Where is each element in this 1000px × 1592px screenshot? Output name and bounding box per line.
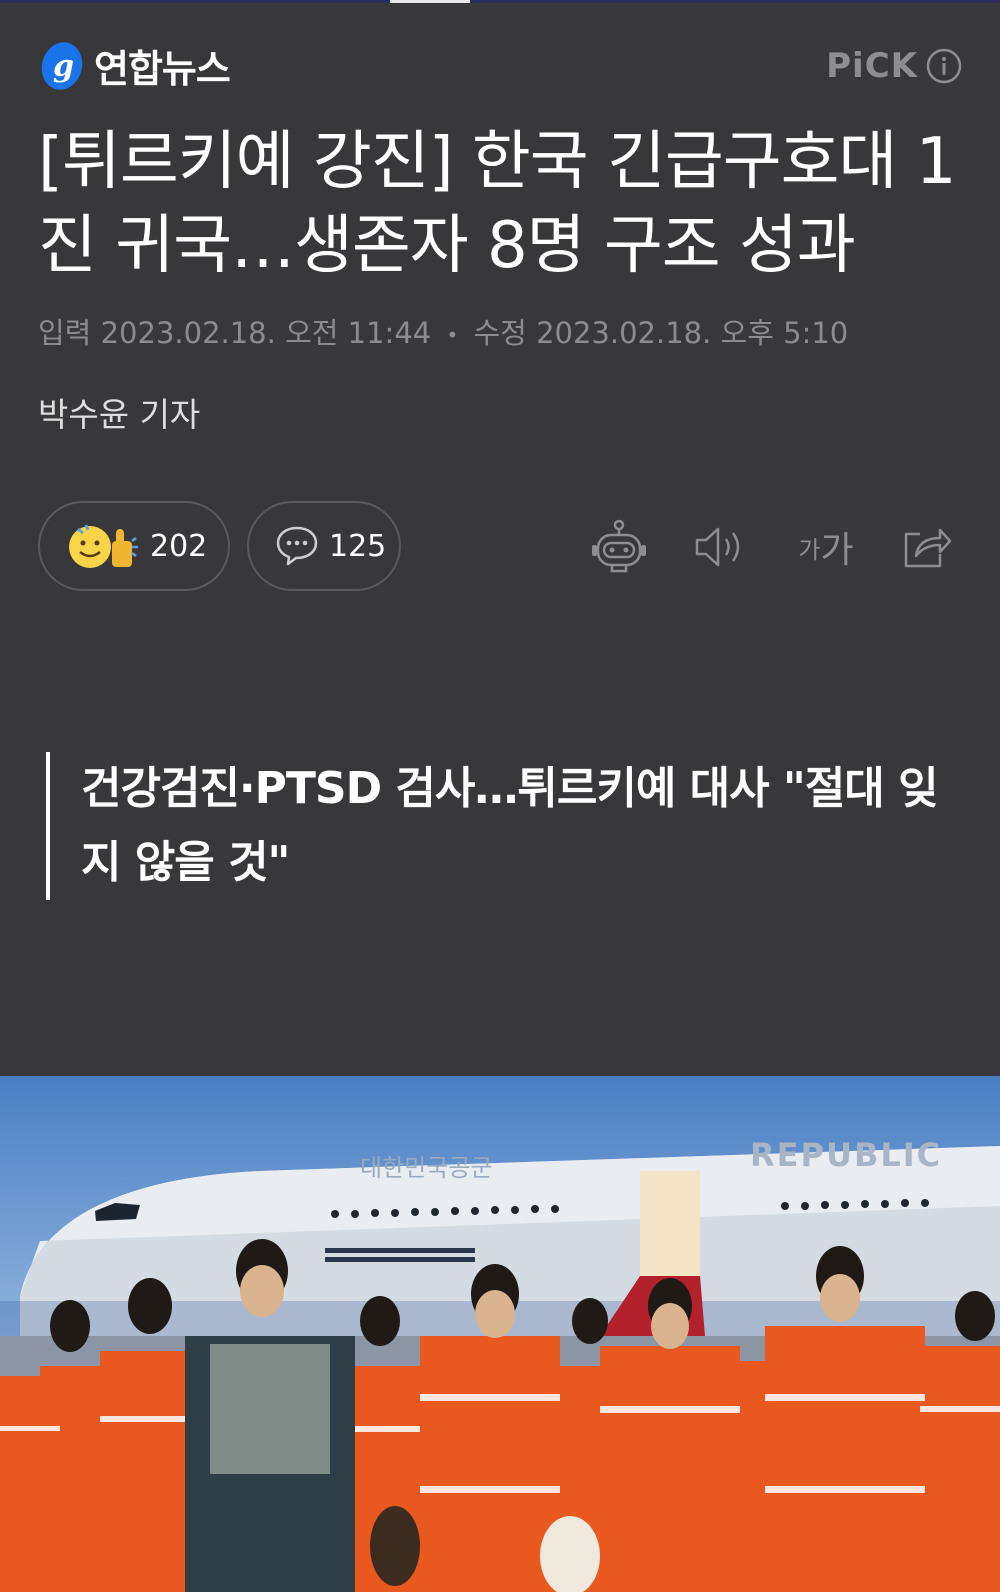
font-large-label: 가 — [820, 530, 854, 571]
input-time: 2023.02.18. 오전 11:44 — [100, 316, 432, 350]
reaction-button[interactable]: 202 — [38, 501, 230, 591]
article-header: g 연합뉴스 PiCK — [38, 36, 962, 98]
speaker-icon — [695, 527, 740, 567]
reporter-name[interactable]: 박수윤 기자 — [38, 388, 200, 436]
read-aloud-button[interactable] — [690, 517, 750, 577]
article-photo[interactable]: 대한민국공군 REPUBLIC — [0, 1076, 1000, 1592]
input-label: 입력 — [38, 316, 92, 350]
share-button[interactable] — [896, 517, 956, 577]
info-icon[interactable] — [926, 48, 962, 84]
comment-icon — [276, 526, 318, 566]
ai-summary-button[interactable] — [589, 517, 649, 577]
plane-text-korean: 대한민국공군 — [360, 1154, 492, 1182]
font-size-button[interactable]: 가가 — [790, 517, 862, 577]
svg-text:g: g — [53, 49, 74, 84]
edit-time: 2023.02.18. 오후 5:10 — [536, 316, 849, 350]
pick-label: PiCK — [826, 46, 918, 86]
article-subheadline: 건강검진·PTSD 검사…튀르키예 대사 "절대 잊지 않을 것" — [46, 752, 946, 900]
press-name: 연합뉴스 — [94, 46, 231, 91]
subheadline-text: 건강검진·PTSD 검사…튀르키예 대사 "절대 잊지 않을 것" — [81, 763, 939, 888]
reaction-icon — [69, 524, 138, 568]
pick-badge[interactable]: PiCK — [826, 46, 962, 86]
reading-progress-fill — [390, 0, 470, 3]
ai-summary-robot-icon — [592, 519, 646, 573]
font-small-label: 가 — [798, 535, 821, 564]
press-logo[interactable]: g 연합뉴스 — [38, 36, 231, 94]
yonhap-logo-icon: g — [41, 42, 83, 90]
share-icon — [904, 528, 952, 568]
reaction-count: 202 — [150, 528, 208, 564]
article-timestamps: 입력 2023.02.18. 오전 11:44 • 수정 2023.02.18.… — [38, 310, 848, 352]
comment-count: 125 — [329, 528, 387, 564]
comment-button[interactable]: 125 — [247, 501, 401, 591]
reading-progress-bar — [0, 0, 1000, 3]
meta-separator: • — [446, 323, 459, 347]
edit-label: 수정 — [473, 316, 527, 350]
rescue-team-photo: 대한민국공군 REPUBLIC — [0, 1076, 1000, 1592]
plane-text-english: REPUBLIC — [750, 1136, 942, 1174]
article-title: [튀르키예 강진] 한국 긴급구호대 1진 귀국…생존자 8명 구조 성과 — [38, 125, 956, 283]
